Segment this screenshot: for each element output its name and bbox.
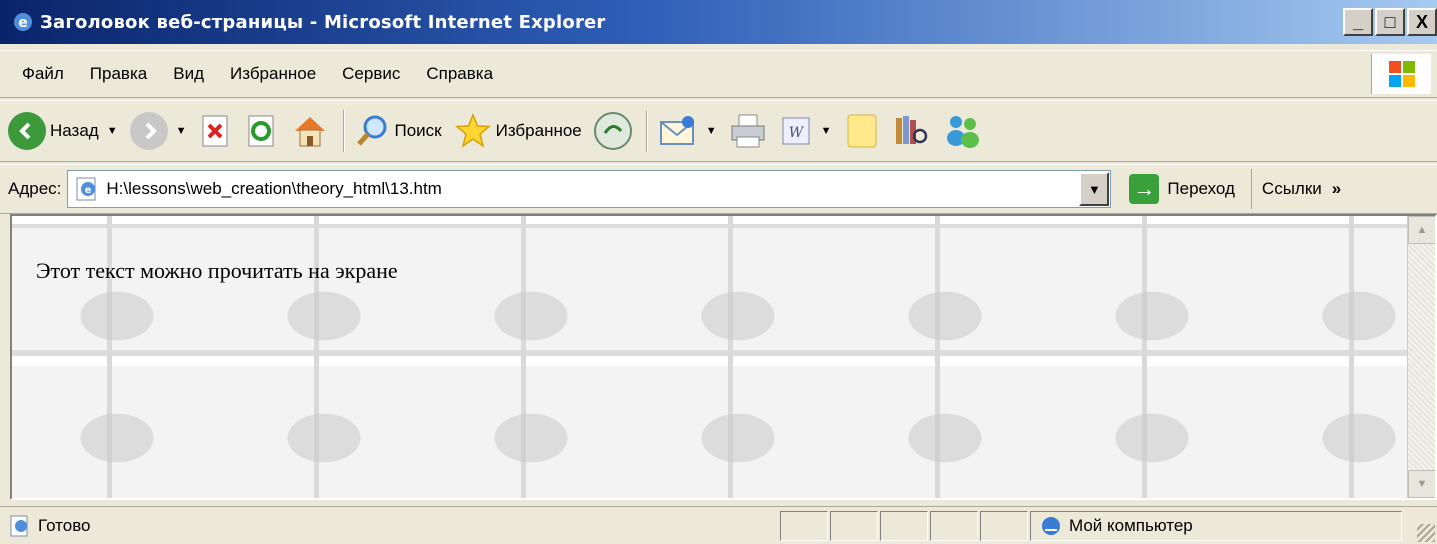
- minimize-button[interactable]: _: [1343, 8, 1373, 36]
- security-zone[interactable]: Мой компьютер: [1030, 510, 1402, 541]
- scroll-down-icon[interactable]: ▼: [1408, 470, 1435, 498]
- home-button[interactable]: [291, 107, 329, 155]
- favorites-button[interactable]: Избранное: [454, 107, 582, 155]
- status-text: Готово: [38, 515, 91, 535]
- address-dropdown-icon[interactable]: ▼: [1079, 172, 1110, 206]
- svg-text:e: e: [18, 15, 28, 31]
- standard-toolbar: Назад ▼ ▼ Поиск Избранное ▼ W ▼: [0, 100, 1437, 162]
- go-arrow-icon: →: [1129, 174, 1160, 204]
- go-button[interactable]: → Переход: [1129, 174, 1235, 204]
- toolbar-separator: [342, 110, 345, 152]
- messenger-button[interactable]: [942, 107, 982, 155]
- menu-edit[interactable]: Правка: [90, 64, 147, 84]
- title-bar[interactable]: e Заголовок веб-страницы - Microsoft Int…: [0, 0, 1437, 44]
- status-bar: Готово Мой компьютер: [0, 506, 1437, 544]
- media-icon: [593, 112, 632, 150]
- favorites-label: Избранное: [495, 121, 582, 140]
- vertical-scrollbar[interactable]: ▲ ▼: [1407, 216, 1435, 498]
- maximize-button[interactable]: □: [1375, 8, 1405, 36]
- media-button[interactable]: [593, 107, 632, 155]
- menu-help[interactable]: Справка: [426, 64, 493, 84]
- back-button[interactable]: Назад ▼: [8, 107, 118, 155]
- go-label: Переход: [1167, 179, 1235, 198]
- close-button[interactable]: X: [1407, 8, 1437, 36]
- refresh-icon: [248, 115, 273, 147]
- star-icon: [454, 113, 491, 148]
- svg-text:e: e: [85, 185, 92, 196]
- window-title: Заголовок веб-страницы - Microsoft Inter…: [40, 11, 606, 33]
- browser-viewport: Этот текст можно прочитать на экране ▲ ▼: [10, 214, 1437, 500]
- mail-button[interactable]: ▼: [658, 107, 717, 155]
- back-dropdown-icon[interactable]: ▼: [107, 125, 118, 137]
- edit-button[interactable]: W ▼: [779, 107, 832, 155]
- search-button[interactable]: Поиск: [355, 107, 442, 155]
- stop-icon: [202, 115, 227, 147]
- menu-view[interactable]: Вид: [173, 64, 204, 84]
- research-icon: [895, 116, 927, 144]
- menu-favorites[interactable]: Избранное: [230, 64, 316, 84]
- status-cell: [980, 510, 1028, 541]
- forward-dropdown-icon[interactable]: ▼: [176, 125, 187, 137]
- address-bar: Адрес: e H:\lessons\web_creation\theory_…: [0, 164, 1437, 214]
- search-label: Поиск: [394, 121, 442, 140]
- menu-tools[interactable]: Сервис: [342, 64, 400, 84]
- discuss-button[interactable]: [844, 107, 880, 155]
- ie-logo-icon: e: [14, 13, 32, 31]
- address-label: Адрес:: [8, 179, 62, 198]
- menu-bar: Файл Правка Вид Избранное Сервис Справка: [0, 50, 1437, 98]
- links-label: Ссылки: [1261, 179, 1322, 198]
- note-icon: [847, 114, 877, 148]
- windows-logo-icon: [1371, 54, 1431, 94]
- status-cell: [930, 510, 978, 541]
- refresh-button[interactable]: [245, 107, 279, 155]
- status-cells: [780, 510, 1030, 541]
- page-text: Этот текст можно прочитать на экране: [36, 258, 398, 283]
- my-computer-icon: [1042, 516, 1060, 535]
- mail-icon: [659, 116, 694, 145]
- links-chevron-icon[interactable]: »: [1332, 179, 1341, 199]
- address-value: H:\lessons\web_creation\theory_html\13.h…: [106, 179, 442, 198]
- home-icon: [294, 117, 325, 147]
- status-cell: [880, 510, 928, 541]
- mail-dropdown-icon[interactable]: ▼: [706, 125, 717, 137]
- toolbar-separator: [645, 110, 648, 152]
- status-cell: [830, 510, 878, 541]
- print-button[interactable]: [729, 107, 767, 155]
- forward-button[interactable]: ▼: [129, 107, 187, 155]
- back-label: Назад: [50, 121, 99, 140]
- status-main: Готово: [0, 514, 780, 538]
- page-background: Этот текст можно прочитать на экране: [12, 216, 1409, 498]
- messenger-icon: [946, 116, 979, 148]
- research-button[interactable]: [892, 107, 930, 155]
- zone-text: Мой компьютер: [1069, 515, 1193, 535]
- back-arrow-icon: [8, 112, 46, 150]
- svg-text:W: W: [788, 125, 804, 141]
- links-button[interactable]: Ссылки »: [1250, 169, 1341, 209]
- resize-grip-icon[interactable]: [1417, 524, 1435, 542]
- window-controls: _ □ X: [1343, 8, 1437, 36]
- search-icon: [356, 115, 386, 146]
- forward-arrow-icon: [129, 112, 168, 150]
- scroll-up-icon[interactable]: ▲: [1408, 216, 1435, 244]
- edit-dropdown-icon[interactable]: ▼: [821, 125, 832, 137]
- page-icon: e: [76, 177, 96, 201]
- done-page-icon: [10, 515, 28, 536]
- word-icon: W: [782, 117, 810, 145]
- printer-icon: [731, 114, 765, 148]
- status-cell: [780, 510, 828, 541]
- menu-file[interactable]: Файл: [22, 64, 64, 84]
- stop-button[interactable]: [199, 107, 233, 155]
- address-input[interactable]: e H:\lessons\web_creation\theory_html\13…: [67, 170, 1112, 208]
